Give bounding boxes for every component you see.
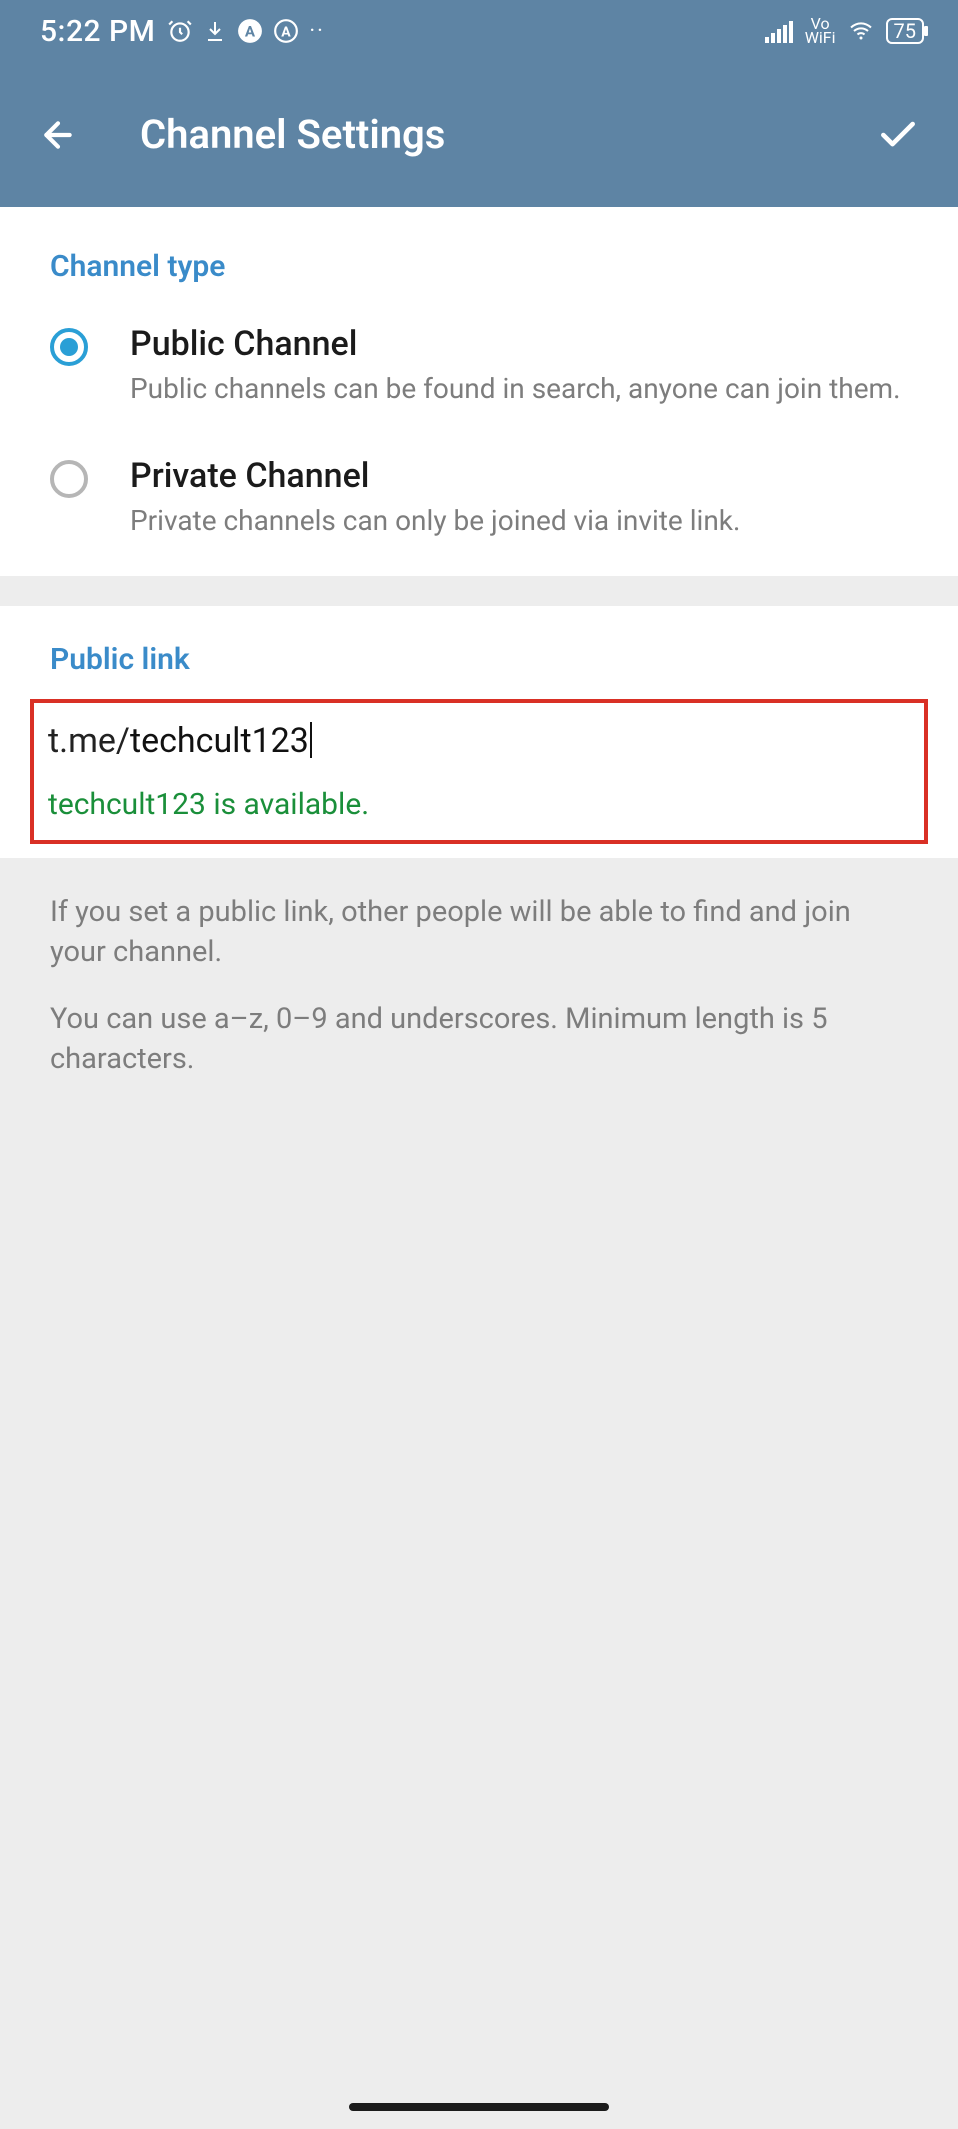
option-content: Private Channel Private channels can onl…: [130, 456, 740, 540]
public-link-input[interactable]: techcult123: [130, 721, 309, 761]
option-private-channel[interactable]: Private Channel Private channels can onl…: [0, 438, 958, 576]
radio-public[interactable]: [50, 328, 88, 366]
signal-icon: [765, 19, 795, 43]
option-label: Private Channel: [130, 456, 740, 496]
wifi-icon: [846, 19, 876, 43]
public-link-section: Public link t.me/techcult123 techcult123…: [0, 606, 958, 858]
public-link-box: t.me/techcult123 techcult123 is availabl…: [30, 699, 928, 844]
channel-type-section: Channel type Public Channel Public chann…: [0, 207, 958, 576]
status-right: Vo WiFi 75: [765, 17, 924, 45]
link-prefix: t.me/: [48, 721, 130, 761]
public-link-hint: If you set a public link, other people w…: [0, 858, 958, 1114]
svg-text:A: A: [282, 24, 292, 40]
section-separator: [0, 576, 958, 606]
back-button[interactable]: [36, 113, 80, 157]
public-link-row[interactable]: t.me/techcult123: [48, 721, 910, 761]
more-dots-icon: ··: [309, 19, 325, 44]
download-icon: [203, 19, 227, 43]
alarm-icon: [167, 18, 193, 44]
status-icons-left: A A ··: [167, 18, 325, 44]
radio-private[interactable]: [50, 460, 88, 498]
status-left: 5:22 PM A A ··: [40, 14, 325, 49]
option-content: Public Channel Public channels can be fo…: [130, 324, 901, 408]
check-icon: [876, 113, 920, 157]
app-bar: Channel Settings: [0, 62, 958, 207]
screen: 5:22 PM A A ·· V: [0, 0, 958, 2129]
link-availability-status: techcult123 is available.: [48, 787, 910, 822]
text-cursor: [310, 722, 312, 758]
status-bar: 5:22 PM A A ·· V: [0, 0, 958, 62]
arrow-left-icon: [38, 115, 78, 155]
confirm-button[interactable]: [874, 111, 922, 159]
option-label: Public Channel: [130, 324, 901, 364]
hint-line-1: If you set a public link, other people w…: [50, 892, 908, 973]
home-indicator[interactable]: [349, 2103, 609, 2111]
option-desc: Private channels can only be joined via …: [130, 502, 740, 540]
svg-text:A: A: [245, 22, 256, 40]
hint-line-2: You can use a–z, 0–9 and underscores. Mi…: [50, 999, 908, 1080]
public-link-heading: Public link: [0, 606, 958, 699]
battery-indicator: 75: [886, 18, 924, 44]
app-a-outline-icon: A: [273, 18, 299, 44]
status-time: 5:22 PM: [40, 14, 155, 49]
app-a-icon: A: [237, 18, 263, 44]
page-title: Channel Settings: [140, 111, 874, 158]
network-label: Vo WiFi: [805, 17, 836, 45]
option-public-channel[interactable]: Public Channel Public channels can be fo…: [0, 306, 958, 438]
channel-type-heading: Channel type: [0, 207, 958, 306]
option-desc: Public channels can be found in search, …: [130, 370, 901, 408]
network-bottom: WiFi: [805, 31, 836, 45]
